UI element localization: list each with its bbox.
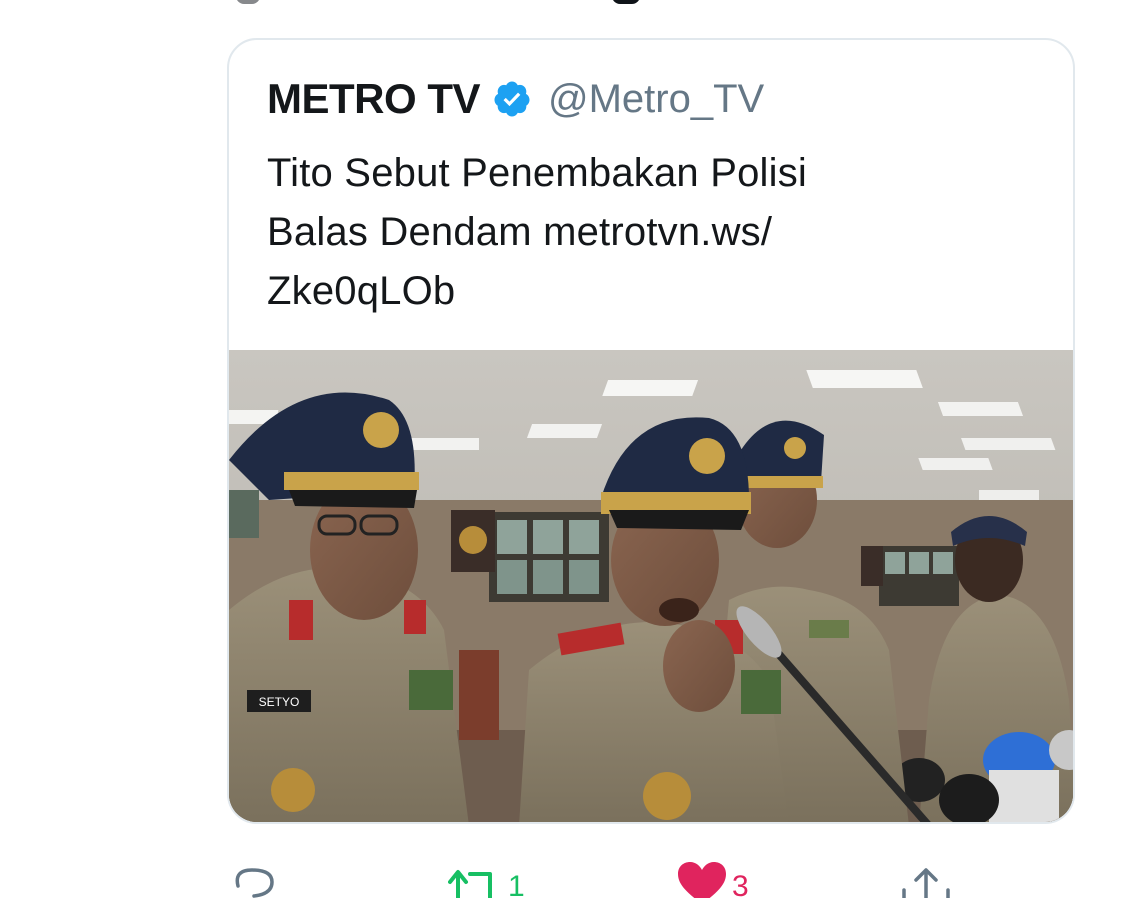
reply-button[interactable] (230, 860, 278, 898)
like-button[interactable]: 3 (676, 860, 749, 898)
tweet-action-bar: 1 3 (0, 860, 1125, 898)
tweet-view: METRO TV @Metro_TV Tito Sebut Penembakan… (0, 0, 1125, 898)
reply-icon (230, 860, 278, 898)
quoted-author-name: METRO TV (267, 75, 481, 122)
share-button[interactable] (900, 860, 952, 898)
quoted-tweet-text: Tito Sebut Penembakan Polisi Balas Denda… (267, 144, 1027, 321)
quoted-text-line-link[interactable]: Zke0qLOb (267, 262, 1027, 321)
quoted-tweet-header: METRO TV @Metro_TV (267, 74, 764, 124)
quoted-text-line: Tito Sebut Penembakan Polisi (267, 151, 807, 195)
nametag-text: SETYO (259, 695, 300, 709)
like-count: 3 (732, 870, 749, 898)
cropped-tweet-text (236, 0, 656, 4)
verified-badge-icon (492, 79, 532, 119)
share-icon (900, 860, 952, 898)
retweet-button[interactable]: 1 (448, 860, 525, 898)
quoted-text-line-link[interactable]: Balas Dendam metrotvn.ws/ (267, 203, 1027, 262)
quoted-tweet-photo[interactable]: SETYO (229, 350, 1073, 822)
retweet-count: 1 (508, 870, 525, 898)
quoted-tweet-card[interactable]: METRO TV @Metro_TV Tito Sebut Penembakan… (227, 38, 1075, 824)
retweet-icon (448, 860, 504, 898)
heart-filled-icon (676, 860, 728, 898)
quoted-author-handle[interactable]: @Metro_TV (548, 77, 764, 122)
